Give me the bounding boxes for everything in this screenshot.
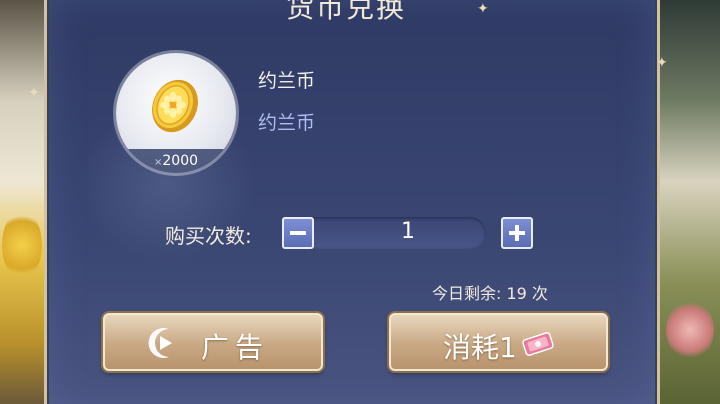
watch-ad-button[interactable]: 广告 (103, 313, 323, 371)
background-flower (2, 210, 42, 280)
item-quantity: 2000 (162, 153, 199, 169)
item-name: 约兰币 (258, 70, 316, 92)
background-flower (666, 300, 714, 360)
plus-icon (509, 225, 525, 241)
ticket-icon (522, 332, 554, 356)
item-quantity-badge: ×2000 (116, 149, 236, 173)
purchase-count-label: 购买次数: (165, 224, 252, 248)
play-ad-icon (148, 328, 172, 358)
sparkle-icon: ✦ (656, 55, 668, 71)
remaining-today-text: 今日剩余: 19 次 (432, 284, 548, 303)
dialog-title: 货币兑换 (286, 0, 407, 24)
sparkle-icon: ✦ (477, 1, 489, 17)
watch-ad-label: 广告 (201, 331, 270, 364)
consume-ticket-button[interactable]: 消耗1 (389, 313, 608, 371)
consume-label: 消耗1 (443, 331, 517, 364)
item-description: 约兰币 (258, 112, 316, 134)
gold-coin-icon (152, 79, 198, 133)
purchase-count-value: 1 (401, 219, 415, 244)
sparkle-icon: ✦ (28, 85, 40, 101)
decrease-button[interactable] (282, 217, 314, 249)
increase-button[interactable] (501, 217, 533, 249)
minus-icon (290, 231, 306, 235)
game-screen: ✦ ✦ ✦ 货币兑换 ×2000 约兰币 约兰币 购买次数: 1 今日剩余: 1… (0, 0, 720, 404)
background-left-scenery (0, 0, 48, 404)
item-icon-frame: ×2000 (116, 53, 236, 173)
